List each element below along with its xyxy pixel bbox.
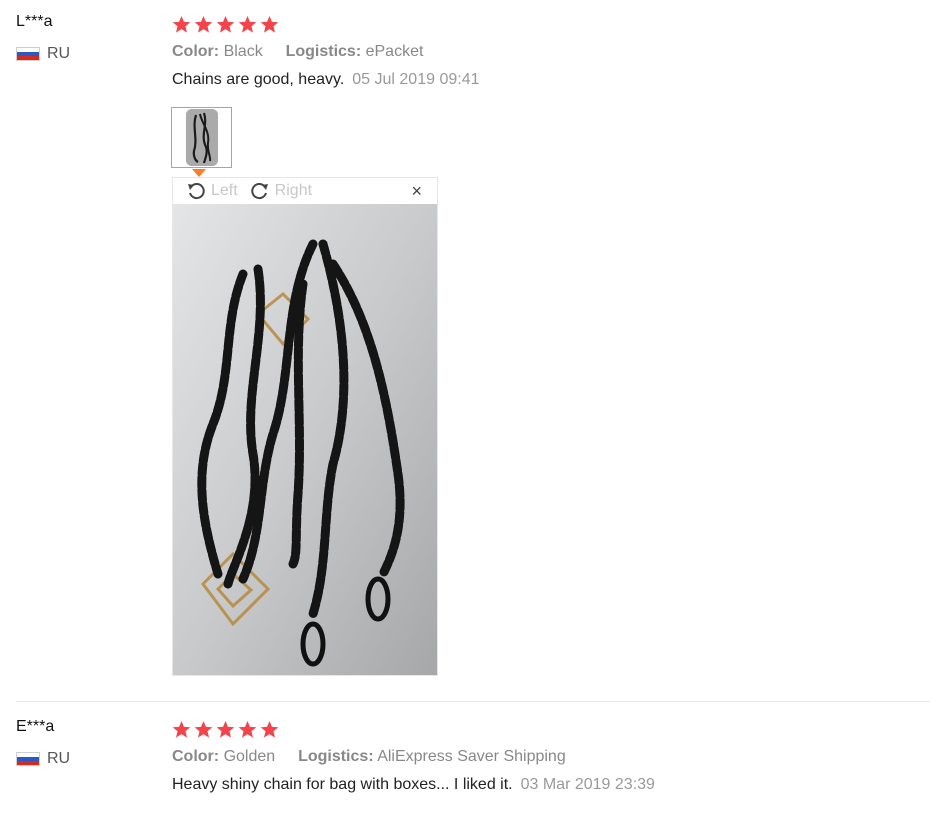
- rotate-left-button[interactable]: Left: [186, 181, 238, 201]
- review-text: Chains are good, heavy.: [172, 71, 345, 88]
- review-photo-thumbnail[interactable]: [171, 107, 232, 168]
- close-icon[interactable]: ×: [411, 181, 422, 202]
- color-label: Color:: [172, 43, 220, 60]
- country-code: RU: [47, 45, 71, 62]
- order-attributes: Color: Black Logistics: ePacket: [172, 43, 479, 61]
- thumbnail-image: [185, 109, 218, 166]
- review-content: Color: Golden Logistics: AliExpress Save…: [172, 720, 655, 794]
- review-photo-large: [173, 204, 437, 675]
- logistics-value: AliExpress Saver Shipping: [377, 748, 566, 765]
- review-content: Color: Black Logistics: ePacket Chains a…: [172, 15, 479, 89]
- reviewer-country: RU: [16, 750, 70, 768]
- review-date: 03 Mar 2019 23:39: [520, 776, 655, 793]
- rotate-left-label: Left: [211, 182, 238, 199]
- thumbnail-pointer: [192, 169, 206, 177]
- order-attributes: Color: Golden Logistics: AliExpress Save…: [172, 748, 655, 766]
- reviewer-country: RU: [16, 45, 70, 63]
- review-text: Heavy shiny chain for bag with boxes... …: [172, 776, 513, 793]
- star-icon: [216, 15, 235, 33]
- rotate-right-label: Right: [274, 182, 313, 199]
- rotate-right-button[interactable]: Right: [250, 181, 312, 201]
- russia-flag-icon: [16, 47, 40, 61]
- star-icon: [172, 15, 191, 33]
- reviewer-info: L***a RU: [16, 13, 70, 63]
- star-icon: [238, 15, 257, 33]
- star-rating: [172, 720, 655, 739]
- color-value: Black: [223, 43, 263, 60]
- star-icon: [194, 720, 213, 738]
- logistics-value: ePacket: [365, 43, 424, 60]
- star-icon: [172, 720, 191, 738]
- star-icon: [260, 15, 279, 33]
- image-viewer: Left Right ×: [172, 177, 438, 676]
- star-icon: [260, 720, 279, 738]
- review-divider: [16, 701, 930, 702]
- reviewer-name: E***a: [16, 718, 55, 735]
- russia-flag-icon: [16, 752, 40, 766]
- logistics-label: Logistics:: [298, 748, 374, 765]
- viewer-toolbar: Left Right ×: [173, 178, 437, 204]
- star-rating: [172, 15, 479, 34]
- rotate-left-icon: [188, 183, 205, 200]
- review-date: 05 Jul 2019 09:41: [352, 71, 480, 88]
- review-text-row: Chains are good, heavy. 05 Jul 2019 09:41: [172, 71, 479, 89]
- rotate-right-icon: [251, 183, 268, 200]
- reviewer-info: E***a RU: [16, 718, 70, 768]
- review-text-row: Heavy shiny chain for bag with boxes... …: [172, 776, 655, 794]
- color-value: Golden: [223, 748, 276, 765]
- reviewer-name: L***a: [16, 13, 53, 30]
- star-icon: [216, 720, 235, 738]
- country-code: RU: [47, 750, 71, 767]
- star-icon: [238, 720, 257, 738]
- star-icon: [194, 15, 213, 33]
- color-label: Color:: [172, 748, 220, 765]
- logistics-label: Logistics:: [285, 43, 362, 60]
